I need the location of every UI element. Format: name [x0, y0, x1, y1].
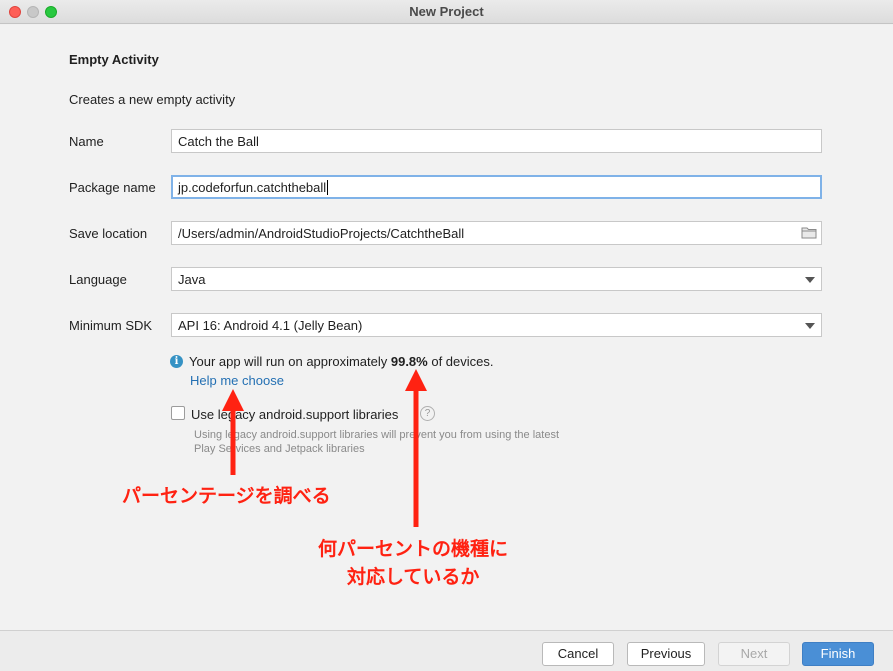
template-heading: Empty Activity: [69, 52, 159, 67]
info-suffix: of devices.: [427, 354, 494, 369]
name-field[interactable]: Catch the Ball: [171, 129, 822, 153]
package-name-field[interactable]: jp.codeforfun.catchtheball: [171, 175, 822, 199]
legacy-support-checkbox[interactable]: [171, 406, 185, 420]
save-location-value: /Users/admin/AndroidStudioProjects/Catch…: [178, 226, 465, 241]
annotation-check-percentage: パーセンテージを調べる: [122, 485, 331, 507]
package-name-label: Package name: [69, 180, 156, 195]
device-coverage-info: i Your app will run on approximately 99.…: [170, 354, 494, 369]
previous-button[interactable]: Previous: [627, 642, 705, 666]
coverage-percent: 99.8%: [390, 354, 428, 369]
chevron-down-icon: [805, 277, 815, 283]
language-label: Language: [69, 272, 127, 287]
save-location-field[interactable]: /Users/admin/AndroidStudioProjects/Catch…: [171, 221, 822, 245]
annotation-device-support-line1: 何パーセントの機種に: [318, 538, 509, 560]
text-caret: [327, 180, 329, 195]
window-title: New Project: [409, 4, 484, 19]
minimum-sdk-value: API 16: Android 4.1 (Jelly Bean): [178, 318, 363, 333]
language-select[interactable]: Java: [171, 267, 822, 291]
new-project-form: Empty Activity Creates a new empty activ…: [0, 25, 893, 630]
arrow-up-icon: [222, 389, 244, 475]
name-value: Catch the Ball: [178, 134, 259, 149]
dialog-footer: Cancel Previous Next Finish: [0, 630, 893, 671]
folder-icon[interactable]: [801, 226, 817, 240]
info-prefix: Your app will run on approximately: [189, 354, 391, 369]
title-bar: New Project: [0, 0, 893, 24]
cancel-button[interactable]: Cancel: [542, 642, 614, 666]
save-location-label: Save location: [69, 226, 148, 241]
minimum-sdk-label: Minimum SDK: [69, 318, 153, 333]
next-button[interactable]: Next: [718, 642, 790, 666]
arrow-up-icon: [405, 369, 427, 527]
name-label: Name: [69, 134, 104, 149]
minimum-sdk-select[interactable]: API 16: Android 4.1 (Jelly Bean): [171, 313, 822, 337]
language-value: Java: [178, 272, 206, 287]
finish-button[interactable]: Finish: [802, 642, 874, 666]
info-icon: i: [170, 355, 183, 368]
annotation-device-support-line2: 対応しているか: [347, 566, 480, 588]
template-description: Creates a new empty activity: [69, 92, 236, 107]
package-name-value: jp.codeforfun.catchtheball: [178, 180, 327, 195]
legacy-support-hint: Using legacy android.support libraries w…: [194, 429, 560, 455]
help-me-choose-link[interactable]: Help me choose: [190, 373, 284, 388]
chevron-down-icon: [805, 323, 815, 329]
